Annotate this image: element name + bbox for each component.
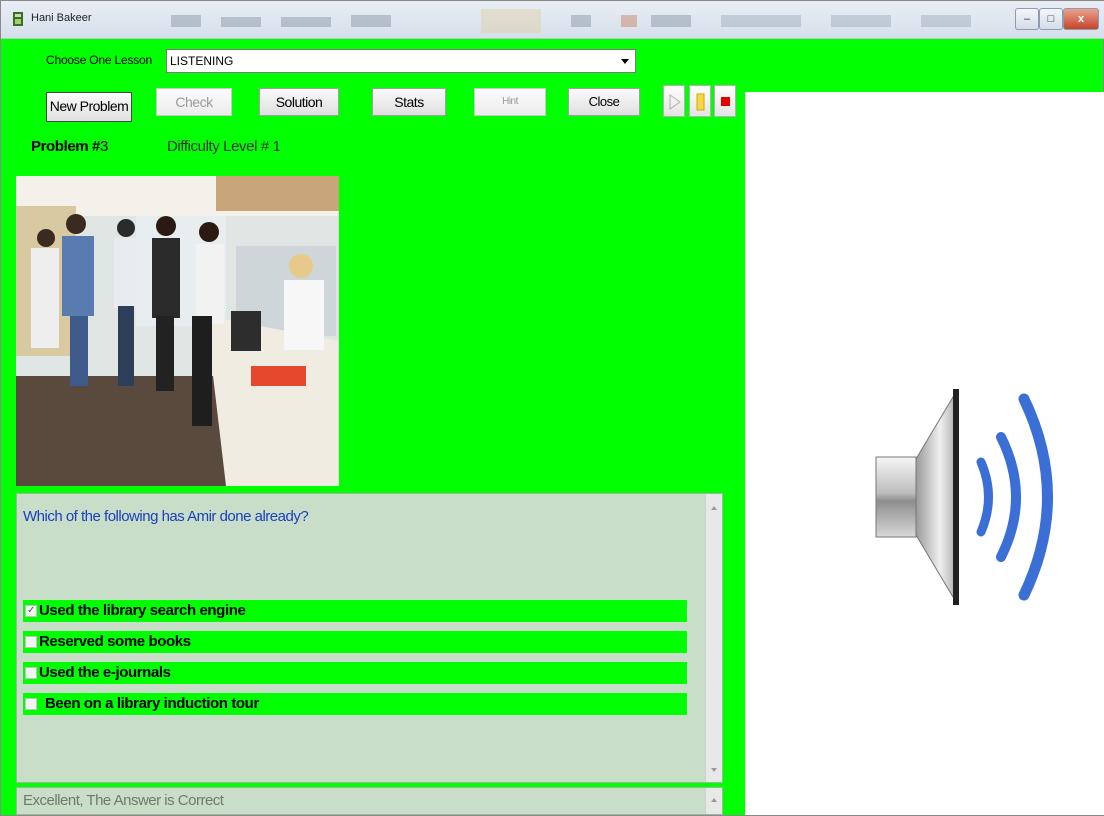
scroll-up-arrow-icon[interactable] bbox=[711, 798, 717, 802]
title-bar-background-artifacts bbox=[171, 9, 971, 33]
lesson-dropdown[interactable]: LISTENING bbox=[166, 49, 636, 73]
play-icon bbox=[669, 94, 681, 110]
problem-number: 3 bbox=[99, 138, 108, 155]
question-text: Which of the following has Amir done alr… bbox=[23, 508, 309, 525]
solution-button[interactable]: Solution bbox=[259, 88, 339, 116]
close-button[interactable]: Close bbox=[568, 88, 640, 116]
question-panel: Which of the following has Amir done alr… bbox=[16, 493, 723, 783]
app-window: Hani Bakeer – □ x Choose One Lesson LIST… bbox=[0, 0, 1104, 816]
stats-button[interactable]: Stats bbox=[372, 88, 446, 116]
lesson-label: Choose One Lesson bbox=[46, 53, 153, 67]
speaker-icon[interactable] bbox=[866, 377, 1076, 627]
answer-option-1[interactable]: ✓ Used the library search engine bbox=[23, 600, 687, 622]
title-bar: Hani Bakeer – □ x bbox=[1, 1, 1104, 39]
answer-checkbox-2[interactable] bbox=[25, 636, 37, 648]
answer-checkbox-4[interactable] bbox=[25, 698, 37, 710]
pause-button[interactable] bbox=[689, 85, 711, 117]
answer-label-2: Reserved some books bbox=[39, 633, 191, 650]
check-button[interactable]: Check bbox=[156, 88, 232, 116]
lesson-selected-value: LISTENING bbox=[170, 54, 234, 68]
minimize-button[interactable]: – bbox=[1015, 8, 1039, 30]
feedback-scrollbar[interactable] bbox=[705, 788, 722, 814]
new-problem-button[interactable]: New Problem bbox=[46, 92, 132, 122]
answer-label-1: Used the library search engine bbox=[39, 602, 246, 619]
pause-icon bbox=[696, 93, 705, 111]
audio-pane bbox=[745, 92, 1104, 815]
window-title: Hani Bakeer bbox=[31, 12, 92, 24]
stop-button[interactable] bbox=[714, 85, 736, 117]
difficulty-level: Difficulty Level # 1 bbox=[167, 138, 281, 155]
problem-label-text: Problem # bbox=[31, 138, 100, 155]
answer-option-3[interactable]: Used the e-journals bbox=[23, 662, 687, 684]
feedback-box: Excellent, The Answer is Correct bbox=[16, 787, 723, 815]
answer-label-3: Used the e-journals bbox=[39, 664, 171, 681]
answer-option-4[interactable]: Been on a library induction tour bbox=[23, 693, 687, 715]
scroll-down-arrow-icon[interactable] bbox=[711, 768, 717, 772]
play-button[interactable] bbox=[663, 85, 685, 117]
maximize-button[interactable]: □ bbox=[1039, 8, 1063, 30]
library-scene-image bbox=[16, 176, 339, 486]
app-logo-icon bbox=[13, 12, 23, 26]
chevron-down-icon[interactable] bbox=[621, 59, 629, 64]
hint-button[interactable]: Hint bbox=[474, 88, 546, 116]
stop-icon bbox=[721, 97, 730, 106]
scroll-up-arrow-icon[interactable] bbox=[711, 506, 717, 510]
close-window-button[interactable]: x bbox=[1063, 8, 1099, 30]
answer-option-2[interactable]: Reserved some books bbox=[23, 631, 687, 653]
answer-label-4: Been on a library induction tour bbox=[45, 695, 259, 712]
feedback-text: Excellent, The Answer is Correct bbox=[23, 792, 224, 809]
answer-checkbox-3[interactable] bbox=[25, 667, 37, 679]
answer-checkbox-1[interactable]: ✓ bbox=[25, 605, 37, 617]
problem-label: Problem #3 bbox=[31, 138, 108, 155]
question-scrollbar[interactable] bbox=[705, 494, 722, 782]
